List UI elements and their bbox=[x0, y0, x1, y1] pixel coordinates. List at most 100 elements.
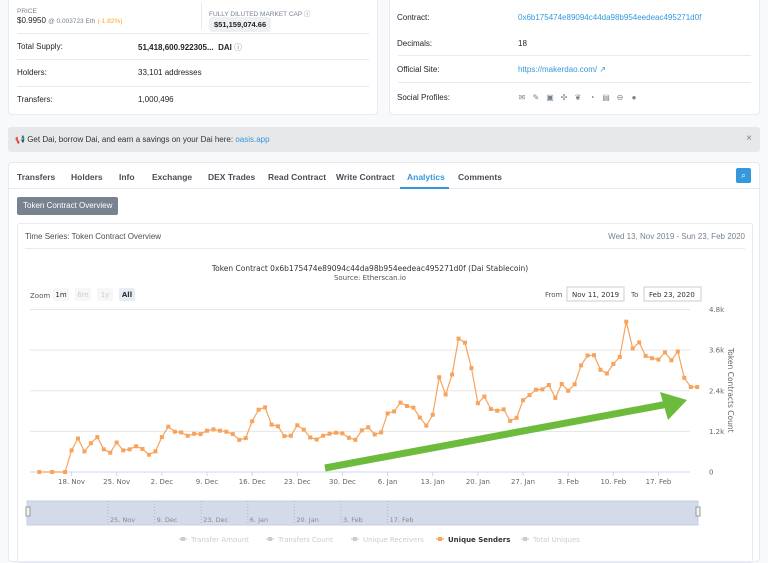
y-tick-label: 0 bbox=[709, 469, 713, 477]
data-point bbox=[237, 437, 242, 442]
data-point bbox=[430, 412, 435, 417]
data-point bbox=[546, 382, 551, 387]
from-label: From bbox=[545, 291, 563, 299]
y-tick-label: 4.8k bbox=[709, 306, 725, 314]
legend-symbol bbox=[438, 537, 442, 541]
data-point bbox=[598, 367, 603, 372]
data-point bbox=[321, 433, 326, 438]
data-point bbox=[166, 424, 171, 429]
navigator-tick-label: 3. Feb bbox=[343, 516, 363, 524]
data-point bbox=[314, 437, 319, 442]
legend-item-transfer-amount[interactable]: Transfer Amount bbox=[190, 536, 249, 544]
data-point bbox=[211, 427, 216, 432]
data-point bbox=[662, 350, 667, 355]
legend: Transfer Amount Transfers Count Unique Rec… bbox=[179, 536, 580, 544]
data-point bbox=[192, 431, 197, 436]
zoom-buttons: 1m 6m 1y All bbox=[53, 288, 135, 301]
data-point bbox=[514, 415, 519, 420]
data-point bbox=[463, 340, 467, 345]
data-point bbox=[282, 434, 287, 439]
data-point bbox=[159, 435, 164, 440]
x-tick-label: 27. Jan bbox=[511, 478, 535, 486]
data-point bbox=[127, 447, 132, 452]
data-point bbox=[688, 385, 693, 390]
data-point bbox=[398, 400, 403, 405]
data-point bbox=[669, 358, 674, 363]
data-point bbox=[488, 407, 493, 412]
data-point bbox=[585, 353, 590, 358]
x-tick-label: 23. Dec bbox=[284, 478, 311, 486]
data-point bbox=[230, 432, 235, 437]
legend-symbol bbox=[268, 537, 272, 541]
data-point bbox=[243, 436, 248, 441]
data-point bbox=[295, 423, 300, 428]
zoom-button-label[interactable]: All bbox=[122, 291, 132, 299]
chart-title: Token Contract 0x6b175474e89094c44da98b9… bbox=[211, 264, 528, 273]
data-point bbox=[379, 430, 384, 435]
x-tick-label: 18. Nov bbox=[58, 478, 85, 486]
legend-item-unique-receivers[interactable]: Unique Receivers bbox=[363, 536, 424, 544]
data-point bbox=[359, 428, 364, 433]
data-point bbox=[269, 422, 274, 427]
zoom-button-label[interactable]: 1y bbox=[101, 291, 110, 299]
data-point bbox=[95, 435, 100, 440]
data-point bbox=[250, 419, 255, 424]
y-tick-label: 3.6k bbox=[709, 347, 725, 355]
data-point bbox=[50, 470, 55, 474]
x-tick-label: 13. Jan bbox=[421, 478, 445, 486]
navigator-tick-label: 9. Dec bbox=[157, 516, 178, 524]
data-point bbox=[372, 432, 377, 437]
legend-symbol bbox=[181, 537, 185, 541]
data-point bbox=[559, 381, 564, 386]
data-point bbox=[346, 435, 351, 440]
data-point bbox=[340, 431, 345, 436]
from-date-input[interactable]: Nov 11, 2019 bbox=[572, 291, 619, 299]
data-point bbox=[146, 452, 151, 457]
data-point bbox=[179, 430, 184, 435]
data-point bbox=[224, 429, 229, 434]
y-axis: 0 1.2k 2.4k 3.6k 4.8k bbox=[709, 306, 725, 477]
data-point bbox=[501, 407, 506, 412]
data-point bbox=[327, 431, 332, 436]
data-point bbox=[566, 388, 571, 393]
data-point bbox=[656, 357, 661, 362]
x-tick-label: 17. Feb bbox=[646, 478, 672, 486]
data-point bbox=[301, 427, 306, 432]
to-date-input[interactable]: Feb 23, 2020 bbox=[649, 291, 695, 299]
data-point bbox=[275, 424, 280, 429]
data-point bbox=[411, 405, 416, 410]
data-point bbox=[108, 450, 113, 455]
data-point bbox=[456, 336, 461, 341]
data-point bbox=[172, 429, 177, 434]
chart-subtitle: Source: Etherscan.io bbox=[334, 274, 406, 282]
data-point bbox=[521, 398, 526, 403]
data-point bbox=[366, 425, 371, 430]
navigator-left-handle[interactable] bbox=[25, 506, 31, 517]
data-point bbox=[469, 366, 474, 371]
zoom-label: Zoom bbox=[30, 292, 50, 300]
data-point bbox=[404, 403, 409, 408]
data-point bbox=[134, 444, 139, 449]
data-point bbox=[604, 371, 609, 376]
y-axis-title: Token Contracts Count bbox=[726, 347, 735, 433]
legend-item-unique-senders[interactable]: Unique Senders bbox=[448, 536, 510, 544]
x-tick-label: 3. Feb bbox=[558, 478, 580, 486]
x-tick-label: 30. Dec bbox=[329, 478, 356, 486]
data-point bbox=[624, 319, 629, 324]
data-point bbox=[553, 395, 558, 400]
legend-item-total-uniques[interactable]: Total Uniques bbox=[532, 536, 580, 544]
data-point bbox=[533, 387, 538, 392]
data-point bbox=[288, 433, 293, 438]
zoom-button-label[interactable]: 1m bbox=[55, 291, 66, 299]
data-point bbox=[482, 394, 487, 399]
zoom-button-label[interactable]: 6m bbox=[77, 291, 88, 299]
data-point bbox=[82, 449, 87, 454]
trend-arrow-head bbox=[660, 392, 687, 420]
legend-item-transfers-count[interactable]: Transfers Count bbox=[277, 536, 333, 544]
navigator-right-handle[interactable] bbox=[695, 506, 701, 517]
x-tick-label: 16. Dec bbox=[239, 478, 266, 486]
data-point bbox=[417, 415, 422, 420]
legend-symbol bbox=[523, 537, 527, 541]
to-label: To bbox=[630, 291, 638, 299]
data-point bbox=[392, 409, 397, 414]
